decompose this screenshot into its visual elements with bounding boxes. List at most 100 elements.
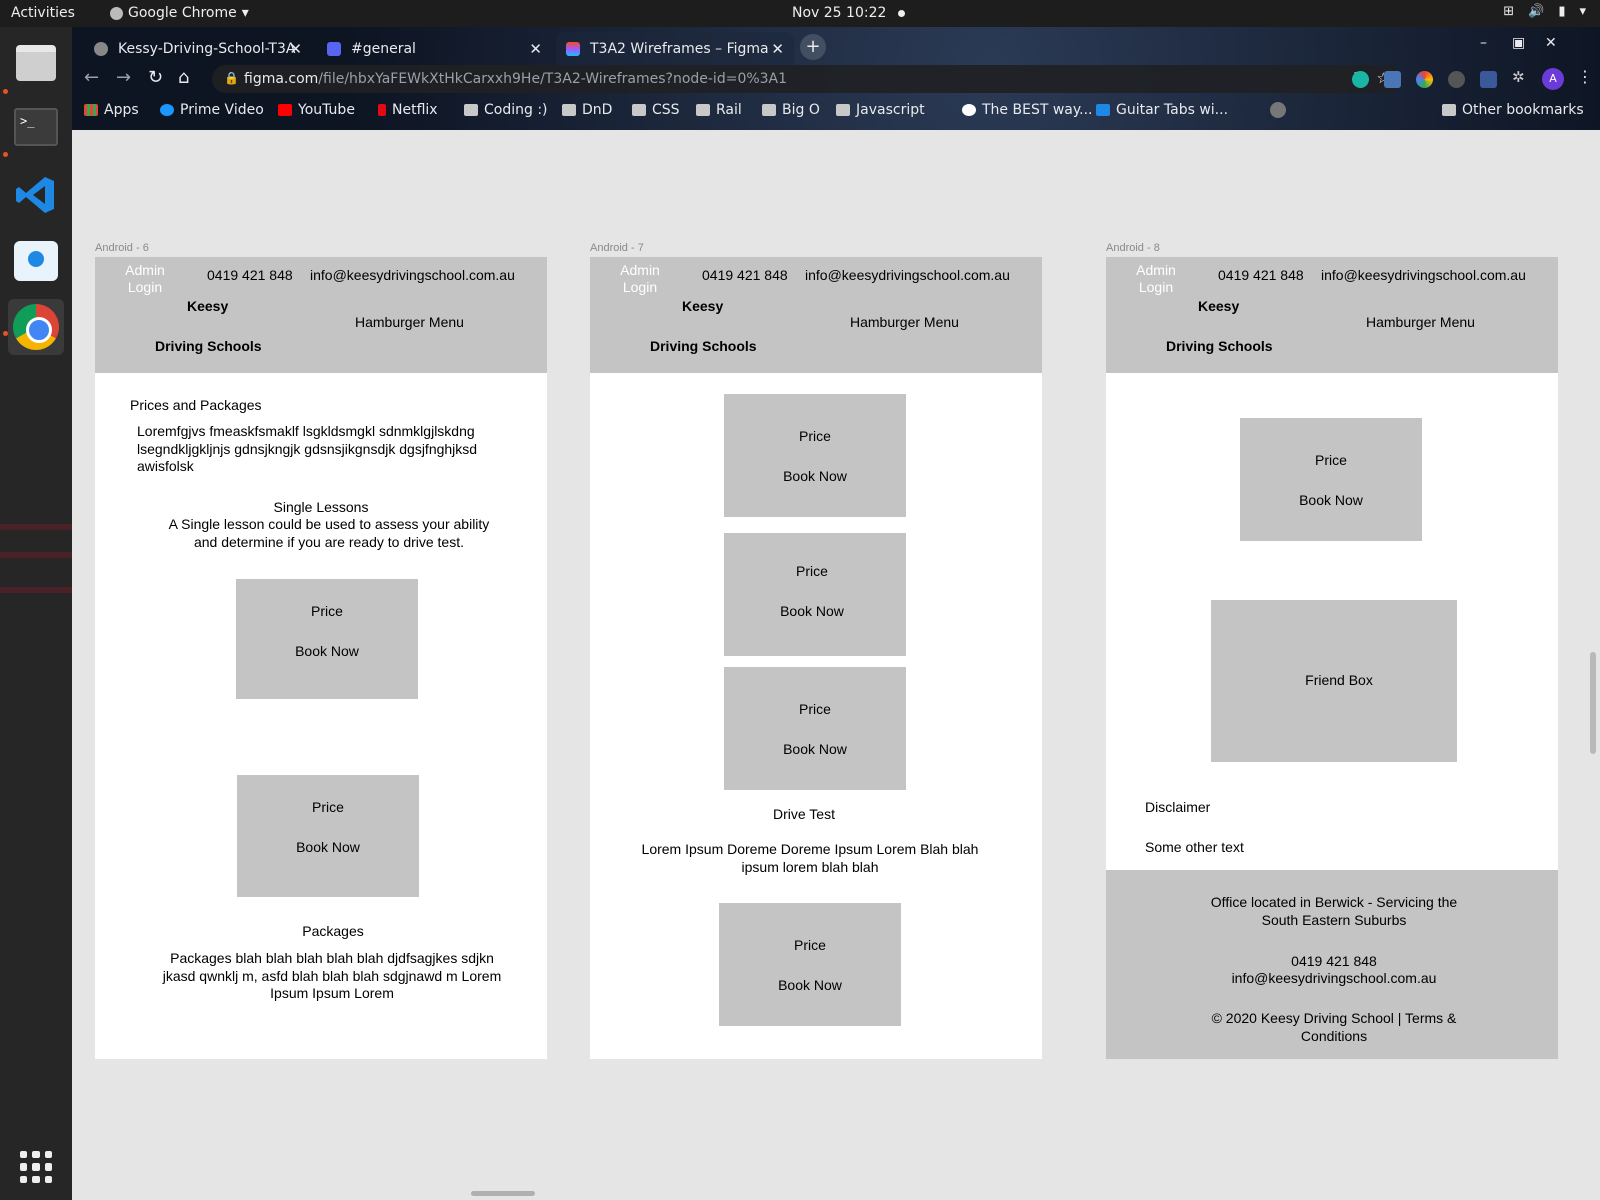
- close-icon[interactable]: ✕: [289, 40, 302, 58]
- book-now-button[interactable]: Book Now: [724, 741, 906, 757]
- bookmark-guitar-tabs[interactable]: Guitar Tabs wi...: [1096, 102, 1228, 118]
- maximize-icon[interactable]: ▣: [1512, 35, 1525, 51]
- bookmark-youtube[interactable]: YouTube: [278, 102, 355, 118]
- friend-box[interactable]: Friend Box: [1211, 600, 1457, 762]
- volume-icon[interactable]: 🔊: [1528, 4, 1544, 19]
- price-card[interactable]: Price Book Now: [237, 775, 419, 897]
- price-label: Price: [311, 603, 343, 619]
- admin-login-link[interactable]: Admin Login: [612, 262, 668, 296]
- extension-icon[interactable]: [1448, 71, 1465, 88]
- brand-name: Keesy: [682, 298, 724, 314]
- bookmark-netflix[interactable]: Netflix: [378, 102, 438, 118]
- book-now-button[interactable]: Book Now: [721, 603, 903, 619]
- tab-discord[interactable]: #general ✕: [317, 32, 552, 66]
- bookmark-label: Other bookmarks: [1462, 102, 1584, 118]
- battery-icon[interactable]: ▮: [1558, 4, 1565, 19]
- footer-email[interactable]: info@keesydrivingschool.com.au: [1192, 970, 1476, 988]
- globe-icon: [1270, 102, 1286, 118]
- frame-android-6[interactable]: Admin Login 0419 421 848 info@keesydrivi…: [95, 257, 547, 1059]
- bookmark-folder-css[interactable]: CSS: [632, 102, 680, 118]
- tab-github[interactable]: Kessy-Driving-School-T3A ✕: [84, 32, 312, 66]
- bookmark-unnamed[interactable]: [1270, 102, 1286, 118]
- bookmark-folder-javascript[interactable]: Javascript: [836, 102, 925, 118]
- price-card[interactable]: Price Book Now: [719, 903, 901, 1026]
- extension-icon[interactable]: [1384, 71, 1401, 88]
- other-text: Some other text: [1145, 839, 1244, 855]
- hamburger-menu[interactable]: Hamburger Menu: [850, 314, 959, 330]
- activities-button[interactable]: Activities: [11, 5, 75, 21]
- price-label: Price: [794, 937, 826, 953]
- clock[interactable]: Nov 25 10:22: [792, 5, 906, 21]
- extensions-puzzle-icon[interactable]: ✲: [1512, 68, 1529, 86]
- software-store-icon[interactable]: [8, 233, 64, 289]
- admin-login-link[interactable]: Admin Login: [117, 262, 173, 296]
- price-card[interactable]: Price Book Now: [724, 394, 906, 517]
- hamburger-menu[interactable]: Hamburger Menu: [1366, 314, 1475, 330]
- bookmark-prime-video[interactable]: Prime Video: [160, 102, 264, 118]
- horizontal-scrollbar[interactable]: [471, 1191, 535, 1196]
- extension-icon[interactable]: [1352, 71, 1369, 88]
- site-header: Admin Login 0419 421 848 info@keesydrivi…: [95, 257, 547, 373]
- page-title: Prices and Packages: [130, 397, 262, 413]
- frame-android-7[interactable]: Admin Login 0419 421 848 info@keesydrivi…: [590, 257, 1042, 1059]
- system-tray[interactable]: ⊞ 🔊 ▮ ▾: [1503, 4, 1586, 19]
- bookmark-other-bookmarks[interactable]: Other bookmarks: [1442, 102, 1584, 118]
- prime-video-icon: [160, 104, 174, 116]
- book-now-button[interactable]: Book Now: [236, 643, 418, 659]
- address-bar[interactable]: 🔒 figma.com/file/hbxYaFEWkXtHkCarxxh9He/…: [212, 65, 1402, 93]
- frame-label[interactable]: Android - 6: [95, 242, 149, 254]
- reload-icon[interactable]: ↻: [148, 67, 163, 88]
- brand-subtitle: Driving Schools: [1166, 338, 1273, 354]
- forward-icon[interactable]: →: [116, 67, 131, 88]
- bookmark-apps[interactable]: Apps: [84, 102, 139, 118]
- book-now-button[interactable]: Book Now: [719, 977, 901, 993]
- close-icon[interactable]: ✕: [771, 40, 784, 58]
- book-now-button[interactable]: Book Now: [1240, 492, 1422, 508]
- bookmark-folder-dnd[interactable]: DnD: [562, 102, 612, 118]
- back-icon[interactable]: ←: [84, 67, 99, 88]
- show-applications-icon[interactable]: [20, 1151, 52, 1183]
- price-card[interactable]: Price Book Now: [724, 667, 906, 790]
- chrome-app-icon[interactable]: [8, 299, 64, 355]
- home-icon[interactable]: ⌂: [178, 67, 189, 88]
- dock: >_: [0, 27, 72, 1200]
- hamburger-menu[interactable]: Hamburger Menu: [355, 314, 464, 330]
- extension-icon[interactable]: [1416, 71, 1433, 88]
- extension-icon[interactable]: [1480, 71, 1497, 88]
- price-label: Price: [312, 799, 344, 815]
- app-menu[interactable]: Google Chrome ▾: [110, 5, 249, 21]
- tab-figma[interactable]: T3A2 Wireframes – Figma ✕: [556, 32, 794, 66]
- clock-text: Nov 25 10:22: [792, 5, 887, 21]
- frame-android-8[interactable]: Admin Login 0419 421 848 info@keesydrivi…: [1106, 257, 1558, 1059]
- price-card[interactable]: Price Book Now: [724, 533, 906, 656]
- app-menu-label: Google Chrome: [128, 5, 237, 21]
- bookmark-label: Big O: [782, 102, 820, 118]
- lock-icon: 🔒: [224, 71, 239, 85]
- vscode-app-icon[interactable]: [8, 167, 64, 223]
- vertical-scrollbar[interactable]: [1590, 652, 1596, 754]
- chrome-menu-icon[interactable]: ⋮: [1577, 67, 1593, 86]
- bookmark-folder-rail[interactable]: Rail: [696, 102, 742, 118]
- close-icon[interactable]: ✕: [529, 40, 542, 58]
- figma-canvas[interactable]: Android - 6 Admin Login 0419 421 848 inf…: [72, 130, 1600, 1200]
- bookmark-folder-big-o[interactable]: Big O: [762, 102, 820, 118]
- chevron-down-icon[interactable]: ▾: [1579, 4, 1586, 19]
- price-card[interactable]: Price Book Now: [236, 579, 418, 699]
- frame-label[interactable]: Android - 7: [590, 242, 644, 254]
- new-tab-button[interactable]: +: [800, 34, 826, 60]
- files-app-icon[interactable]: [8, 35, 64, 91]
- profile-avatar[interactable]: A: [1542, 68, 1564, 90]
- terminal-app-icon[interactable]: >_: [8, 99, 64, 155]
- drive-test-text: Lorem Ipsum Doreme Doreme Ipsum Lorem Bl…: [641, 841, 979, 875]
- book-now-button[interactable]: Book Now: [237, 839, 419, 855]
- bookmark-medium[interactable]: The BEST way...: [962, 102, 1093, 118]
- minimize-icon[interactable]: –: [1480, 35, 1487, 51]
- frame-label[interactable]: Android - 8: [1106, 242, 1160, 254]
- book-now-button[interactable]: Book Now: [724, 468, 906, 484]
- price-card[interactable]: Price Book Now: [1240, 418, 1422, 541]
- tab-title: T3A2 Wireframes – Figma: [590, 41, 769, 57]
- close-window-icon[interactable]: ✕: [1545, 35, 1557, 51]
- network-icon[interactable]: ⊞: [1503, 4, 1514, 19]
- admin-login-link[interactable]: Admin Login: [1128, 262, 1184, 296]
- bookmark-folder-coding[interactable]: Coding :): [464, 102, 548, 118]
